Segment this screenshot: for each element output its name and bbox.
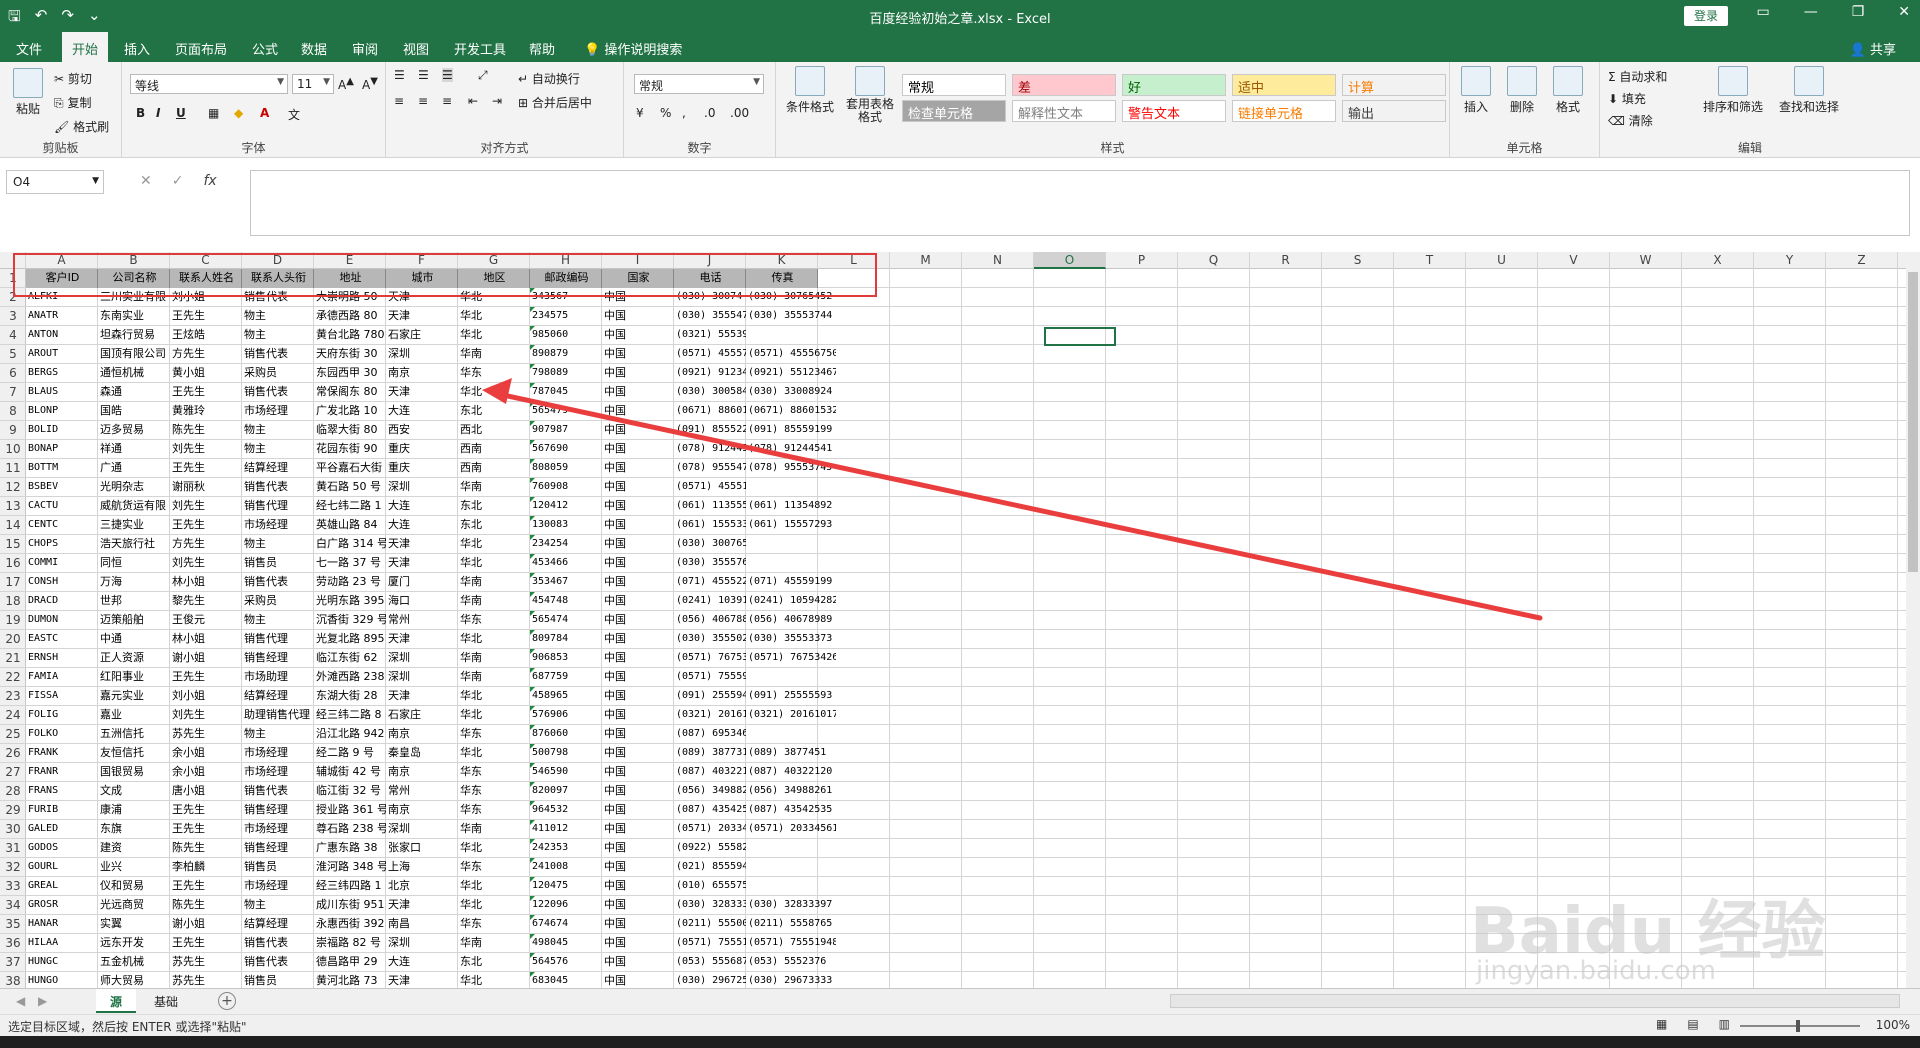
arrow-head: [482, 378, 512, 404]
arrow-line: [491, 390, 1543, 621]
watermark-url: jingyan.baidu.com: [1476, 956, 1716, 986]
